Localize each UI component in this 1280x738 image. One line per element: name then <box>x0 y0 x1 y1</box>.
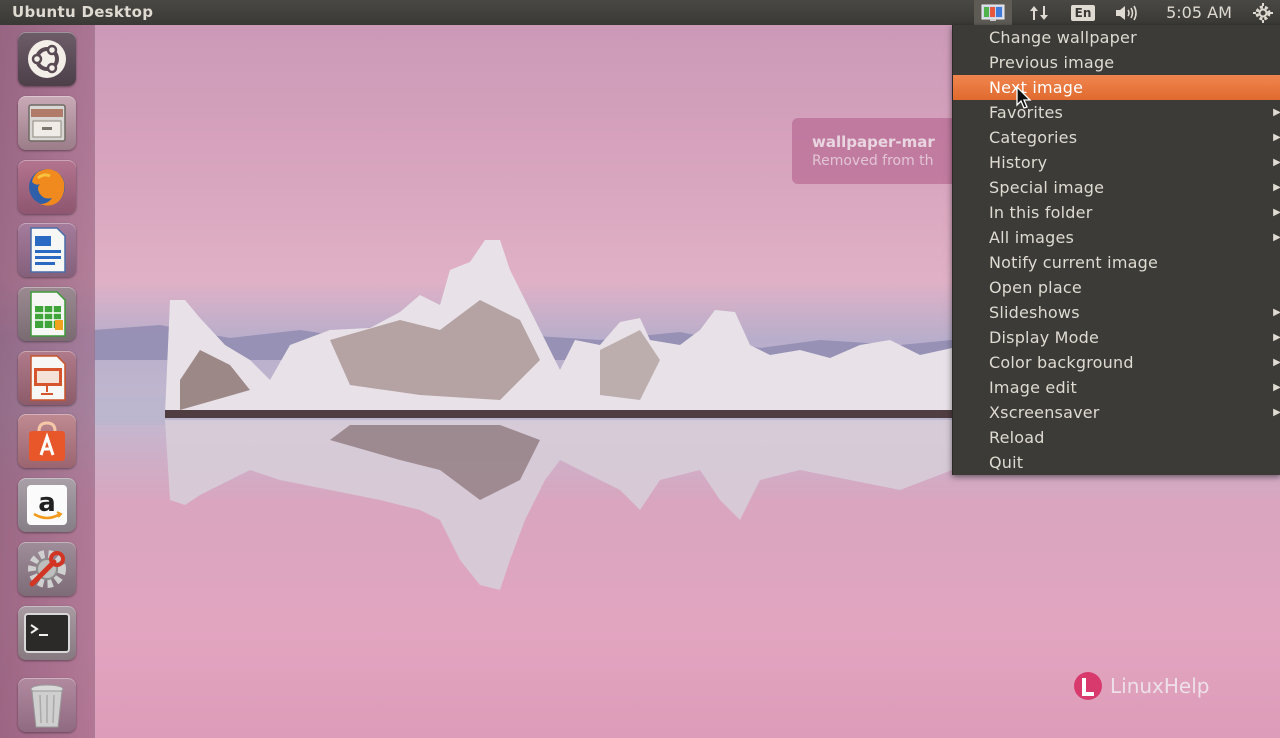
submenu-arrow-icon: ▶ <box>1273 357 1280 368</box>
menu-item-label: Xscreensaver <box>989 403 1100 422</box>
shopping-bag-icon <box>29 421 65 461</box>
wallpaper-menu: Change wallpaper Previous image Next image… <box>952 25 1280 475</box>
sound-icon <box>1116 5 1137 20</box>
launcher-system-settings[interactable] <box>12 541 82 597</box>
menu-item-label: Reload <box>989 428 1045 447</box>
menu-item-all-images[interactable]: All images ▶ <box>953 225 1280 250</box>
calc-icon <box>30 291 66 337</box>
menu-item-change-wallpaper[interactable]: Change wallpaper <box>953 25 1280 50</box>
watermark-text: LinuxHelp <box>1110 674 1210 698</box>
launcher-files[interactable] <box>12 95 82 151</box>
clock[interactable]: 5:05 AM <box>1158 0 1240 25</box>
menu-item-next-image[interactable]: Next image <box>953 75 1280 100</box>
mouse-cursor-icon <box>1016 86 1032 109</box>
launcher-amazon[interactable]: a <box>12 477 82 533</box>
panel-title: Ubuntu Desktop <box>12 3 154 21</box>
menu-item-label: Display Mode <box>989 328 1100 347</box>
menu-item-history[interactable]: History ▶ <box>953 150 1280 175</box>
menu-item-label: Change wallpaper <box>989 28 1137 47</box>
menu-item-label: Previous image <box>989 53 1115 72</box>
file-cabinet-icon <box>28 104 66 142</box>
menu-item-color-background[interactable]: Color background ▶ <box>953 350 1280 375</box>
firefox-icon <box>29 169 65 206</box>
menu-item-label: Special image <box>989 178 1105 197</box>
menu-item-notify-current-image[interactable]: Notify current image <box>953 250 1280 275</box>
menu-item-label: Image edit <box>989 378 1077 397</box>
menu-item-quit[interactable]: Quit <box>953 450 1280 475</box>
submenu-arrow-icon: ▶ <box>1273 157 1280 168</box>
menu-item-label: Categories <box>989 128 1078 147</box>
svg-text:a: a <box>38 488 56 518</box>
menu-item-label: All images <box>989 228 1075 247</box>
menu-item-open-place[interactable]: Open place <box>953 275 1280 300</box>
launcher-terminal[interactable] <box>12 605 82 661</box>
submenu-arrow-icon: ▶ <box>1273 132 1280 143</box>
terminal-icon <box>24 613 70 653</box>
menu-item-label: Next image <box>989 78 1084 97</box>
top-panel: Ubuntu Desktop En 5:05 AM <box>0 0 1280 25</box>
menu-item-label: Color background <box>989 353 1134 372</box>
keyboard-icon: En <box>1070 4 1096 21</box>
launcher-libreoffice-calc[interactable] <box>12 286 82 342</box>
submenu-arrow-icon: ▶ <box>1273 107 1280 118</box>
menu-item-categories[interactable]: Categories ▶ <box>953 125 1280 150</box>
impress-icon <box>30 355 66 401</box>
network-icon <box>1030 5 1048 20</box>
launcher-dash-home[interactable] <box>12 31 82 87</box>
submenu-arrow-icon: ▶ <box>1273 307 1280 318</box>
network-indicator[interactable] <box>1026 0 1052 25</box>
menu-item-display-mode[interactable]: Display Mode ▶ <box>953 325 1280 350</box>
notification-title: wallpaper-mar <box>812 133 935 151</box>
menu-item-label: Slideshows <box>989 303 1080 322</box>
launcher-libreoffice-impress[interactable] <box>12 350 82 406</box>
submenu-arrow-icon: ▶ <box>1273 182 1280 193</box>
launcher-software-center[interactable] <box>12 413 82 469</box>
menu-item-previous-image[interactable]: Previous image <box>953 50 1280 75</box>
launcher-firefox[interactable] <box>12 159 82 215</box>
notification-body: Removed from th <box>812 153 934 169</box>
watermark: LinuxHelp <box>1072 668 1232 704</box>
menu-item-special-image[interactable]: Special image ▶ <box>953 175 1280 200</box>
wallpaper-indicator[interactable] <box>974 0 1012 25</box>
menu-item-in-this-folder[interactable]: In this folder ▶ <box>953 200 1280 225</box>
menu-item-xscreensaver[interactable]: Xscreensaver ▶ <box>953 400 1280 425</box>
menu-item-label: History <box>989 153 1048 172</box>
submenu-arrow-icon: ▶ <box>1273 382 1280 393</box>
wallpaper-indicator-icon <box>981 4 1005 21</box>
menu-item-favorites[interactable]: Favorites ▶ <box>953 100 1280 125</box>
keyboard-indicator[interactable]: En <box>1068 0 1098 25</box>
menu-item-label: In this folder <box>989 203 1093 222</box>
menu-item-reload[interactable]: Reload <box>953 425 1280 450</box>
settings-wrench-icon <box>28 550 66 588</box>
menu-item-label: Notify current image <box>989 253 1159 272</box>
menu-item-image-edit[interactable]: Image edit ▶ <box>953 375 1280 400</box>
ubuntu-logo-icon <box>28 40 66 78</box>
launcher-libreoffice-writer[interactable] <box>12 222 82 278</box>
session-indicator[interactable] <box>1250 0 1276 25</box>
submenu-arrow-icon: ▶ <box>1273 232 1280 243</box>
menu-item-label: Open place <box>989 278 1082 297</box>
amazon-icon: a <box>27 485 67 525</box>
writer-icon <box>30 227 66 273</box>
menu-item-slideshows[interactable]: Slideshows ▶ <box>953 300 1280 325</box>
trash-icon <box>30 684 64 728</box>
menu-item-label: Quit <box>989 453 1024 472</box>
submenu-arrow-icon: ▶ <box>1273 332 1280 343</box>
submenu-arrow-icon: ▶ <box>1273 407 1280 418</box>
sound-indicator[interactable] <box>1112 0 1142 25</box>
launcher: a <box>0 25 95 738</box>
gear-icon <box>1253 2 1273 23</box>
linuxhelp-logo-icon <box>1074 672 1102 700</box>
submenu-arrow-icon: ▶ <box>1273 207 1280 218</box>
launcher-trash[interactable] <box>12 677 82 733</box>
